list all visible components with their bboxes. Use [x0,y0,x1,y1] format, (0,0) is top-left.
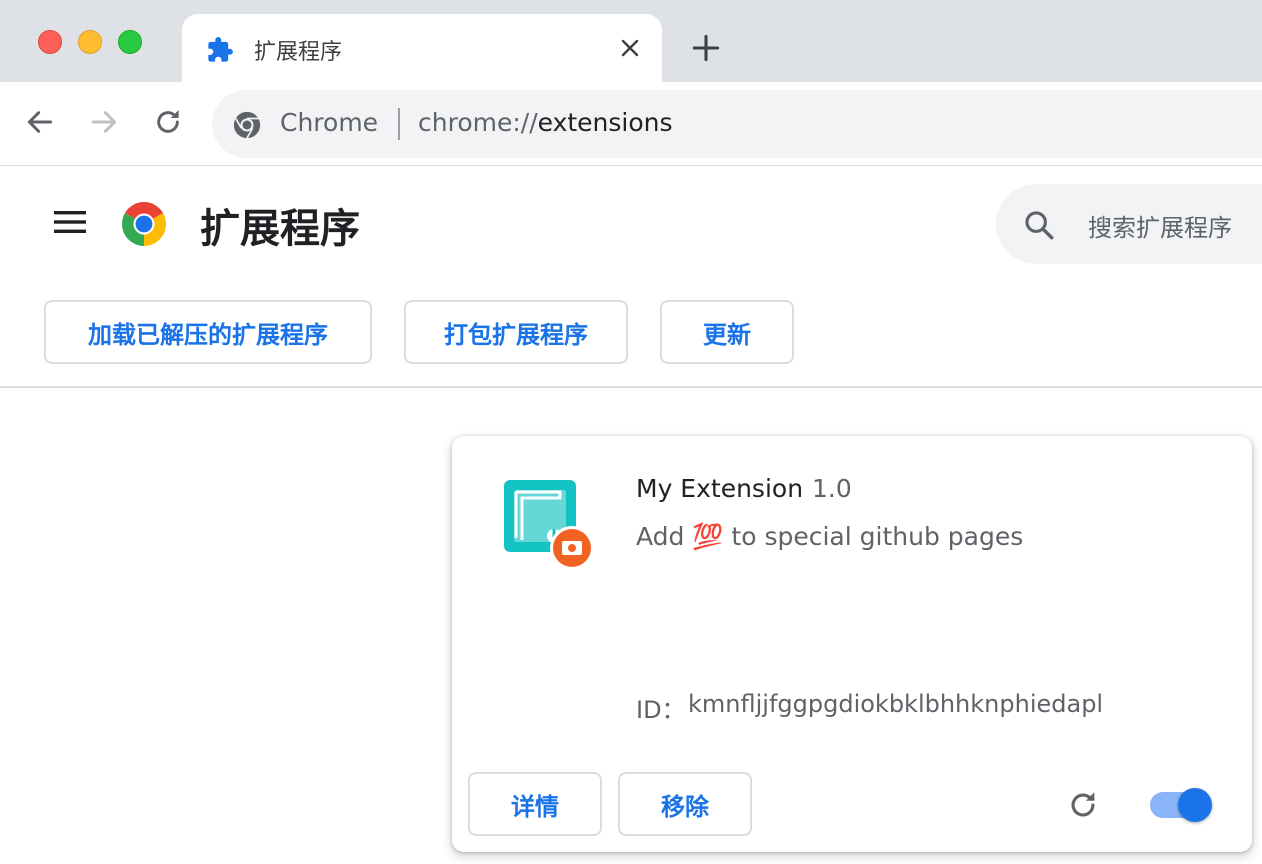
load-unpacked-button[interactable]: 加载已解压的扩展程序 [44,300,372,364]
search-placeholder: 搜索扩展程序 [1088,214,1232,242]
pack-extension-button[interactable]: 打包扩展程序 [404,300,628,364]
extension-version: 1.0 [812,474,852,503]
search-icon [1025,211,1054,240]
chrome-logo-icon [122,202,166,246]
close-window-button[interactable] [38,30,62,54]
enable-extension-toggle[interactable] [1148,786,1214,824]
minimize-window-button[interactable] [78,30,102,54]
extension-id-label: ID： [636,696,686,724]
extension-icon [504,480,594,570]
header-divider [0,386,1262,388]
browser-toolbar: Chrome chrome://extensions [0,82,1262,166]
new-tab-icon[interactable] [692,34,720,62]
reload-icon[interactable] [152,106,184,138]
omnibox-divider [398,108,400,140]
extension-card: My Extension 1.0 Add 💯 to special github… [452,436,1252,852]
url-host: extensions [537,108,673,137]
extension-id: kmnfljjfggpgdiokbklbhhknphiedapl [688,690,1104,718]
url-text: chrome://extensions [418,108,673,137]
update-button[interactable]: 更新 [660,300,794,364]
page-title: 扩展程序 [200,206,360,252]
forward-arrow-icon[interactable] [88,106,120,138]
tab-title: 扩展程序 [254,40,343,65]
site-label: Chrome [280,108,379,137]
back-arrow-icon[interactable] [24,106,56,138]
toggle-knob [1178,788,1212,822]
extension-name: My Extension [636,474,804,503]
chrome-site-icon [233,111,261,139]
address-bar[interactable]: Chrome chrome://extensions [212,90,1262,158]
details-button[interactable]: 详情 [468,772,602,836]
fullscreen-window-button[interactable] [118,30,142,54]
extension-description: Add 💯 to special github pages [636,522,1024,551]
url-scheme: chrome:// [418,108,538,137]
search-extensions-input[interactable]: 搜索扩展程序 [996,184,1262,264]
tab-strip: 扩展程序 [0,0,1262,84]
reload-extension-icon[interactable] [1066,788,1100,822]
tab-extensions[interactable]: 扩展程序 [182,14,662,84]
close-icon[interactable] [618,36,642,60]
remove-button[interactable]: 移除 [618,772,752,836]
puzzle-icon [208,37,233,62]
hamburger-menu-icon[interactable] [52,208,88,236]
